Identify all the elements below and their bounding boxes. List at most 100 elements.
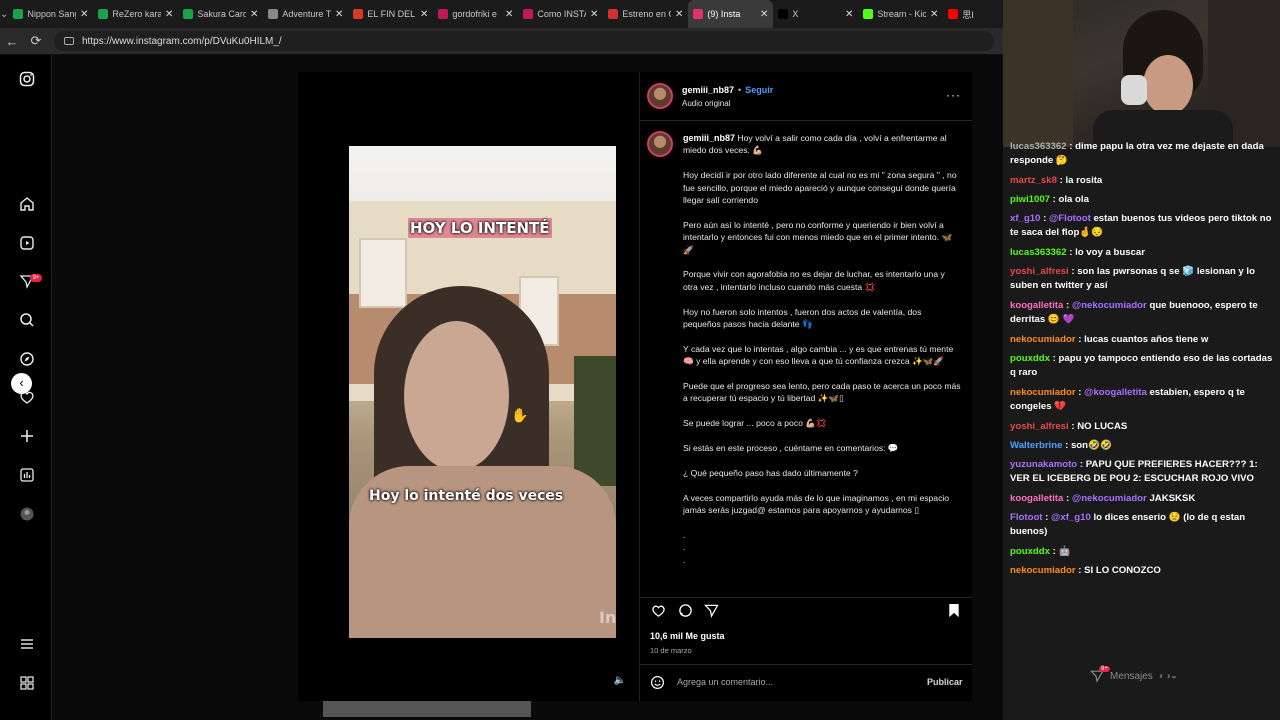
url-field[interactable]: https://www.instagram.com/p/DVuKu0HILM_/: [54, 31, 994, 51]
face: [404, 321, 509, 471]
tab-list-icon[interactable]: ⌄: [0, 0, 8, 28]
chat-mention[interactable]: @nekocumiador: [1072, 300, 1147, 311]
tab-close-icon[interactable]: ✕: [845, 9, 853, 20]
chat-separator: :: [1063, 300, 1072, 311]
chat-separator: :: [1042, 512, 1052, 523]
tab-close-icon[interactable]: ✕: [505, 9, 513, 20]
browser-tab[interactable]: Como INSTA ✕: [518, 0, 603, 28]
share-icon[interactable]: [703, 603, 719, 619]
tab-close-icon[interactable]: ✕: [80, 9, 88, 20]
chat-message: Flotoot : @xf_g10 lo dices enserio 😟 (lo…: [1010, 511, 1280, 539]
author-avatar[interactable]: [647, 83, 673, 109]
explore-icon[interactable]: [18, 351, 36, 369]
chat-username[interactable]: yuzunakamoto: [1010, 459, 1077, 470]
browser-tab[interactable]: EL FIN DEL P ✕: [348, 0, 433, 28]
chat-username[interactable]: Flotoot: [1010, 512, 1043, 523]
chat-mention[interactable]: @nekocumiador: [1072, 493, 1147, 504]
author-username[interactable]: gemiii_nb87: [682, 85, 734, 95]
audio-label[interactable]: Audio original: [682, 99, 730, 108]
browser-tab[interactable]: gordofriki e ✕: [433, 0, 518, 28]
browser-tab[interactable]: Estreno en C ✕: [603, 0, 688, 28]
save-icon[interactable]: [946, 603, 962, 619]
tab-close-icon[interactable]: ✕: [165, 9, 173, 20]
chat-mention[interactable]: @koogalletita: [1084, 387, 1147, 398]
chat-username[interactable]: lucas363362: [1010, 141, 1067, 152]
comment-icon[interactable]: [677, 603, 693, 619]
create-icon[interactable]: [18, 428, 36, 446]
tab-label: Como INSTA: [537, 9, 586, 19]
chat-avatars-icon: ◐◑◒: [1158, 670, 1177, 682]
chat-username[interactable]: nekocumiador: [1010, 565, 1076, 576]
chat-message: lucas363362 : lo voy a buscar: [1010, 246, 1280, 260]
profile-avatar-icon[interactable]: [18, 506, 36, 524]
tab-close-icon[interactable]: ✕: [335, 9, 343, 20]
more-options-icon[interactable]: ···: [946, 88, 961, 102]
chat-separator: :: [1075, 387, 1085, 398]
caption-username[interactable]: gemiii_nb87: [683, 133, 735, 143]
like-icon[interactable]: [650, 603, 666, 619]
browser-tab[interactable]: Sakura Card ✕: [178, 0, 263, 28]
chat-mention[interactable]: @xf_g10: [1051, 512, 1091, 523]
chat-username[interactable]: pouxddx: [1010, 353, 1050, 364]
tree: [574, 356, 616, 486]
reload-icon[interactable]: ⟳: [24, 28, 48, 55]
tab-close-icon[interactable]: ✕: [760, 9, 768, 20]
also-from-meta-icon[interactable]: [18, 675, 36, 693]
messages-icon[interactable]: 9+: [1090, 666, 1110, 683]
chat-username[interactable]: pouxddx: [1010, 546, 1050, 557]
comment-input[interactable]: Agrega un comentario...: [677, 677, 773, 687]
browser-tab[interactable]: (9) Insta ✕: [688, 0, 774, 28]
reels-icon[interactable]: [18, 235, 36, 253]
browser-tab[interactable]: X ✕: [773, 0, 858, 28]
browser-tab[interactable]: Stream - Kick ✕: [858, 0, 943, 28]
tab-label: gordofriki e: [452, 9, 497, 19]
chat-username[interactable]: Walterbrine: [1010, 440, 1062, 451]
chat-username[interactable]: piwi1007: [1010, 194, 1050, 205]
tab-favicon-icon: [268, 9, 279, 19]
chat-username[interactable]: koogalletita: [1010, 300, 1063, 311]
messages-label[interactable]: Mensajes: [1110, 671, 1153, 682]
menu-icon[interactable]: [18, 636, 36, 654]
browser-tab[interactable]: Nippon Sang ✕: [8, 0, 93, 28]
tab-label: Estreno en C: [622, 9, 671, 19]
caption-avatar[interactable]: [647, 131, 673, 157]
chat-username[interactable]: lucas363362: [1010, 247, 1067, 258]
tab-favicon-icon: [438, 9, 449, 19]
publish-button[interactable]: Publicar: [927, 677, 963, 687]
chat-mention[interactable]: @Flotoot: [1049, 213, 1091, 224]
emoji-icon[interactable]: [650, 675, 665, 690]
instagram-logo-icon[interactable]: [18, 71, 36, 89]
chat-username[interactable]: yoshi_alfresi: [1010, 266, 1069, 277]
caption-paragraph: Puede que el progreso sea lento, pero ca…: [683, 381, 961, 404]
back-icon[interactable]: ←: [0, 28, 24, 55]
chat-username[interactable]: xf_g10: [1010, 213, 1040, 224]
like-count[interactable]: 10,6 mil Me gusta: [650, 631, 725, 641]
chat-separator: :: [1049, 546, 1059, 557]
chat-username[interactable]: koogalletita: [1010, 493, 1063, 504]
tab-label: Nippon Sang: [27, 9, 76, 19]
chat-separator: :: [1050, 194, 1059, 205]
chat-message: lucas363362 : dime papu la otra vez me d…: [1010, 140, 1280, 168]
chat-username[interactable]: yoshi_alfresi: [1010, 421, 1069, 432]
search-icon[interactable]: [18, 312, 36, 330]
site-info-icon[interactable]: [64, 37, 74, 45]
tab-close-icon[interactable]: ✕: [930, 9, 938, 20]
tab-close-icon[interactable]: ✕: [420, 9, 428, 20]
reel-video[interactable]: HOY LO INTENTÉ Hoy lo intenté dos veces …: [349, 146, 616, 638]
browser-tab[interactable]: Adventure Ti ✕: [263, 0, 348, 28]
chat-username[interactable]: nekocumiador: [1010, 387, 1076, 398]
dashboard-icon[interactable]: [18, 467, 36, 485]
audio-icon[interactable]: 🔈: [613, 675, 627, 689]
mouse-cursor-icon: ✋: [511, 407, 529, 423]
tab-close-icon[interactable]: ✕: [590, 9, 598, 20]
chat-message: martz_sk8 : la rosita: [1010, 174, 1280, 188]
follow-button[interactable]: Seguir: [745, 85, 773, 95]
chat-username[interactable]: martz_sk8: [1010, 175, 1057, 186]
tab-close-icon[interactable]: ✕: [675, 9, 683, 20]
tab-close-icon[interactable]: ✕: [250, 9, 258, 20]
browser-tab[interactable]: ReZero kara ✕: [93, 0, 178, 28]
caption-dot: .: [683, 554, 686, 565]
home-icon[interactable]: [18, 196, 36, 214]
previous-post-button[interactable]: ‹: [11, 373, 32, 394]
chat-username[interactable]: nekocumiador: [1010, 334, 1076, 345]
